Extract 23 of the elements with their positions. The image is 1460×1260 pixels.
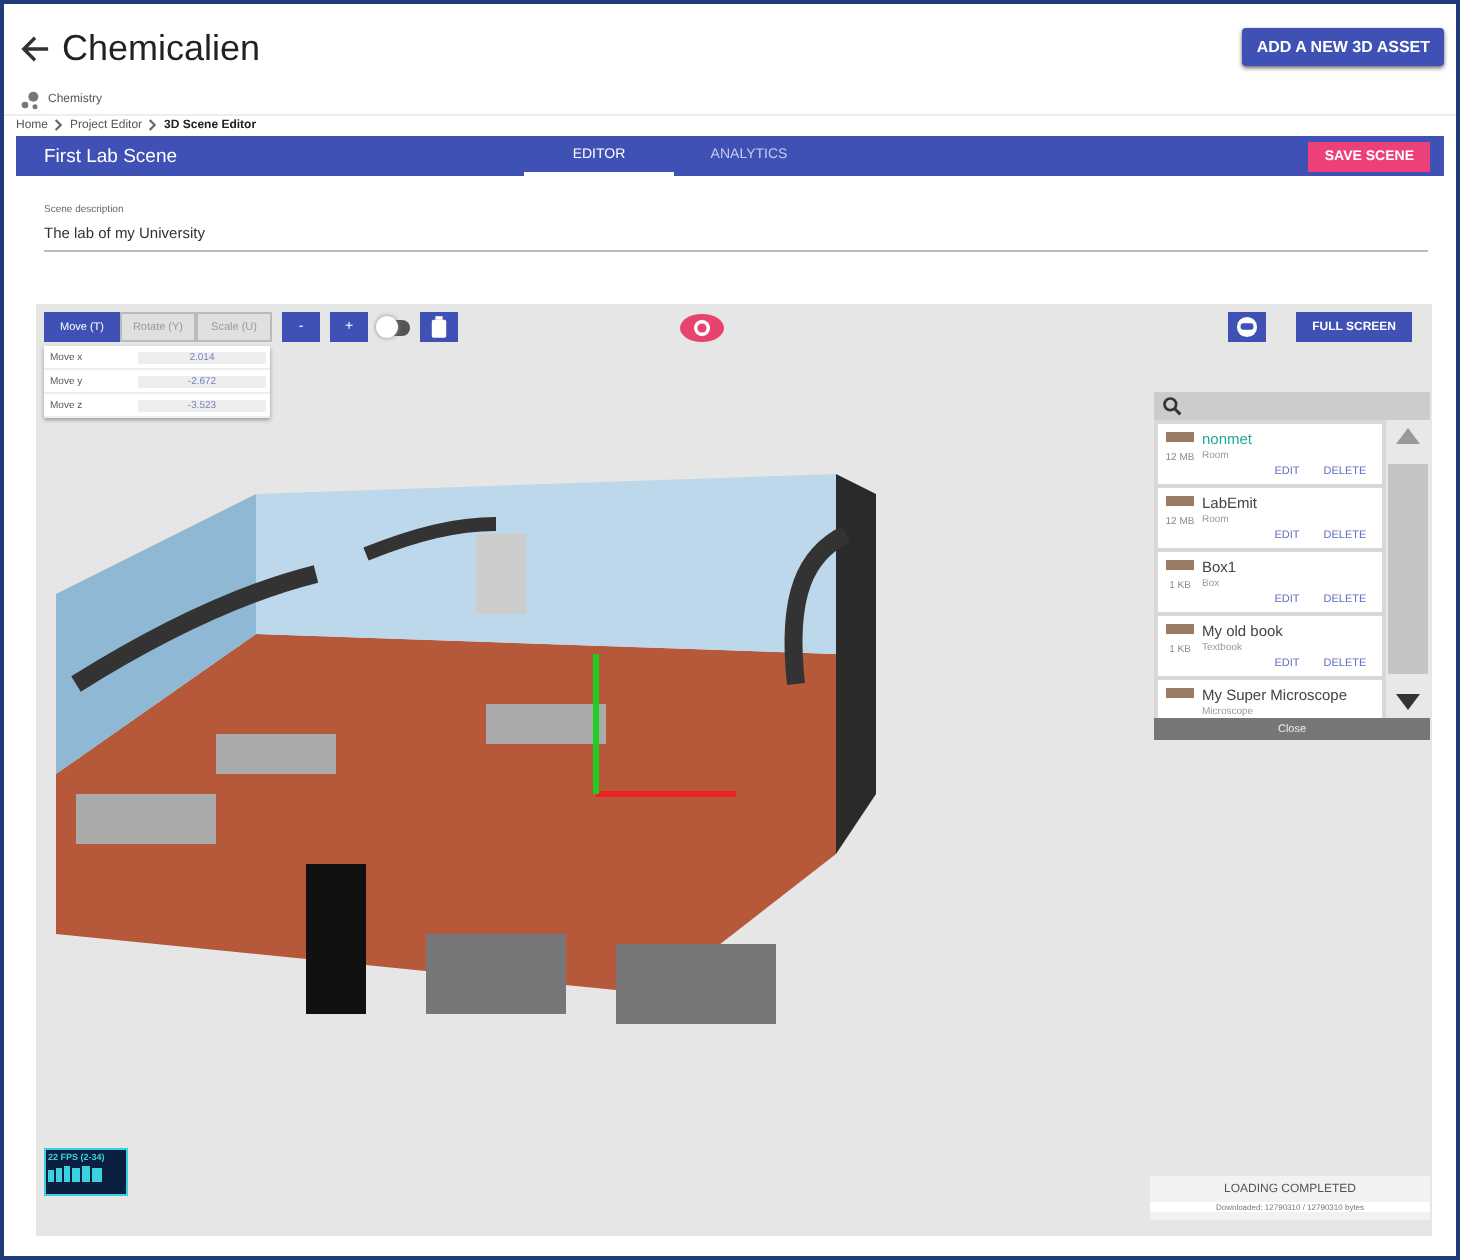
scene-viewport[interactable]	[36, 304, 1432, 1236]
toggle-switch[interactable]	[378, 319, 410, 335]
molecule-icon	[20, 90, 40, 110]
fps-graph-icon	[48, 1162, 108, 1182]
scene-title: First Lab Scene	[44, 145, 180, 167]
asset-thumbnail	[1166, 560, 1194, 570]
back-arrow-icon[interactable]	[20, 34, 50, 64]
chevron-icon	[54, 118, 65, 132]
asset-thumbnail	[1166, 624, 1194, 634]
eye-icon[interactable]	[680, 313, 724, 341]
scroll-down-arrow-icon[interactable]	[1396, 694, 1421, 710]
app-title: Chemicalien	[62, 28, 261, 70]
delete-button[interactable]	[420, 312, 458, 342]
add-asset-button[interactable]: ADD A NEW 3D ASSET	[1242, 28, 1444, 66]
robot-face-icon	[1236, 316, 1259, 338]
robot-button[interactable]	[1228, 312, 1267, 342]
asset-thumbnail	[1166, 688, 1194, 698]
asset-thumbnail	[1166, 496, 1194, 506]
scrollbar-thumb[interactable]	[1388, 464, 1429, 674]
chevron-icon	[148, 118, 159, 132]
trash-icon	[430, 316, 448, 338]
search-icon	[1162, 396, 1182, 416]
asset-thumbnail	[1166, 432, 1194, 442]
